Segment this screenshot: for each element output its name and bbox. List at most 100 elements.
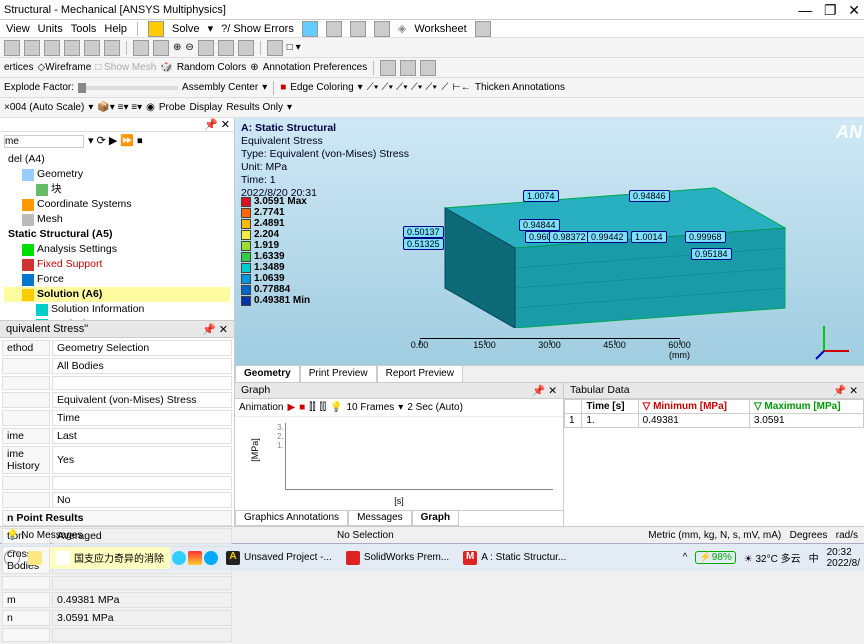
tab-graph[interactable]: Graph [412,511,459,526]
menu-help[interactable]: Help [104,23,127,35]
triad-icon[interactable] [814,321,854,361]
taskbar: 国支应力奇异的消除 AUnsaved Project -... SolidWor… [0,543,864,571]
probe-label[interactable]: 0.99968 [685,231,726,243]
office-icon[interactable] [188,551,202,565]
icon[interactable] [104,40,120,56]
probe-label[interactable]: 0.95184 [691,248,732,260]
tabular-data-panel: Tabular Data📌 ✕ Time [s]▽ Minimum [MPa]▽… [564,383,864,526]
toolbar-view: ⊕⊖ □ ▾ [0,38,864,58]
autoscale-dropdown[interactable]: ×004 (Auto Scale) [4,102,84,113]
weather-widget[interactable]: ☀ 32°C 多云 [744,550,801,565]
window-controls[interactable]: — ❐ ✕ [798,4,860,16]
icon[interactable] [326,21,342,37]
tab-geometry[interactable]: Geometry [235,365,300,382]
probe-label[interactable]: 0.94844 [519,219,560,231]
edge-icon[interactable] [204,551,218,565]
edge-coloring-button[interactable]: Edge Coloring [290,82,353,93]
filter-icon[interactable] [4,40,20,56]
icon[interactable] [267,40,283,56]
show-mesh-button[interactable]: □ Show Mesh [95,62,156,73]
probe-label[interactable]: 0.94846 [629,190,670,202]
vertices-button[interactable]: ertices [4,62,33,73]
task-item[interactable] [22,547,48,569]
probe-label[interactable]: 0.51325 [403,238,444,250]
tab-graphics-annotations[interactable]: Graphics Annotations [235,511,348,526]
display-label: Display [190,102,223,113]
probe-label[interactable]: 0.99442 [587,231,628,243]
toolbar-edge: Explode Factor: Assembly Center ▾ ■Edge … [0,78,864,98]
icon[interactable] [475,21,491,37]
stop-icon[interactable]: ■ [299,402,305,413]
explode-slider[interactable] [78,86,178,90]
icon[interactable] [380,60,396,76]
probe-label[interactable]: 0.98372 [549,231,590,243]
lightning-icon[interactable] [148,21,164,37]
icon[interactable] [84,40,100,56]
battery-icon[interactable]: ⚡98% [695,551,735,564]
tab-messages[interactable]: Messages [348,511,412,526]
thicken-button[interactable]: Thicken Annotations [475,82,565,93]
probe-label[interactable]: 0.50137 [403,226,444,238]
icon[interactable] [64,40,80,56]
graph-panel: Graph📌 ✕ Animation ▶ ■ ⫿⫿ ⫿⫿ 💡 10 Frames… [235,383,564,526]
model-tree[interactable]: del (A4) Geometry 块 Coordinate Systems M… [0,150,234,320]
ime-icon[interactable]: 中 [809,550,819,565]
menu-tools[interactable]: Tools [71,23,97,35]
outline-header: 📌 ✕ [0,118,234,132]
toolbar-display: ertices ◇Wireframe □ Show Mesh 🎲Random C… [0,58,864,78]
ansys-logo: AN [836,122,862,143]
task-item[interactable]: SolidWorks Prem... [340,547,455,569]
icon[interactable] [218,40,234,56]
pin-icon[interactable]: 📌 ✕ [204,118,230,131]
probe-label[interactable]: 1.0014 [631,231,667,243]
outline-panel: 📌 ✕ ▾ ⟳ ▶ ⏩ ⏹ del (A4) Geometry 块 Coordi… [0,118,235,526]
viewport-3d[interactable]: A: Static Structural Equivalent Stress T… [235,118,864,365]
solve-button[interactable]: Solve [172,23,200,35]
icon[interactable] [302,21,318,37]
menu-view[interactable]: View [6,23,30,35]
result-header: A: Static Structural Equivalent Stress T… [241,122,409,200]
worksheet-button[interactable]: Worksheet [414,23,466,35]
icon[interactable] [24,40,40,56]
icon[interactable] [374,21,390,37]
icon[interactable] [400,60,416,76]
icon[interactable] [420,60,436,76]
graph-canvas[interactable]: [MPa] [s] 3.2.1. [235,417,563,510]
task-item[interactable]: MA : Static Structur... [457,547,572,569]
probe-label[interactable]: 1.0074 [523,190,559,202]
task-item[interactable]: 国支应力奇异的消除 [50,547,170,569]
icon[interactable] [198,40,214,56]
icon[interactable] [44,40,60,56]
cortana-icon[interactable] [172,551,186,565]
clock[interactable]: 20:322022/8/ [827,547,860,569]
tabular-data-table[interactable]: Time [s]▽ Minimum [MPa]▽ Maximum [MPa] 1… [564,399,864,428]
viewport-tabs: Geometry Print Preview Report Preview [235,365,864,382]
tray-icon[interactable]: ^ [683,552,688,563]
play-icon[interactable]: ▶ [287,402,295,413]
bulb-icon[interactable]: 💡 [330,402,342,413]
show-errors-button[interactable]: ?/ Show Errors [221,23,294,35]
scale-ruler: 0.00 15.00 30.00 45.00 60.00 (mm) [420,338,680,339]
random-colors-button[interactable]: Random Colors [177,62,246,73]
icon[interactable] [350,21,366,37]
annotation-prefs-button[interactable]: Annotation Preferences [263,62,368,73]
pin-icon[interactable]: 📌 ✕ [532,384,557,397]
menu-units[interactable]: Units [38,23,63,35]
wireframe-button[interactable]: ◇Wireframe [37,62,91,73]
icon[interactable] [133,40,149,56]
icon[interactable] [153,40,169,56]
icon[interactable] [238,40,254,56]
assembly-center-dropdown[interactable]: Assembly Center [182,82,258,93]
expand-icon[interactable]: ▾ ⟳ ▶ ⏩ ⏹ [88,134,143,148]
start-search-icon[interactable] [4,550,20,566]
sec-dropdown[interactable]: 2 Sec (Auto) [407,402,463,413]
frames-dropdown[interactable]: 10 Frames [346,402,394,413]
task-item[interactable]: AUnsaved Project -... [220,547,338,569]
bars-icon[interactable]: ⫿⫿ [309,402,315,413]
bars2-icon[interactable]: ⫿⫿ [320,402,326,413]
probe-button[interactable]: Probe [159,102,186,113]
tab-print-preview[interactable]: Print Preview [300,365,377,382]
tab-report-preview[interactable]: Report Preview [377,365,463,382]
outline-search-input[interactable] [4,135,84,148]
results-only-dropdown[interactable]: Results Only [226,102,283,113]
